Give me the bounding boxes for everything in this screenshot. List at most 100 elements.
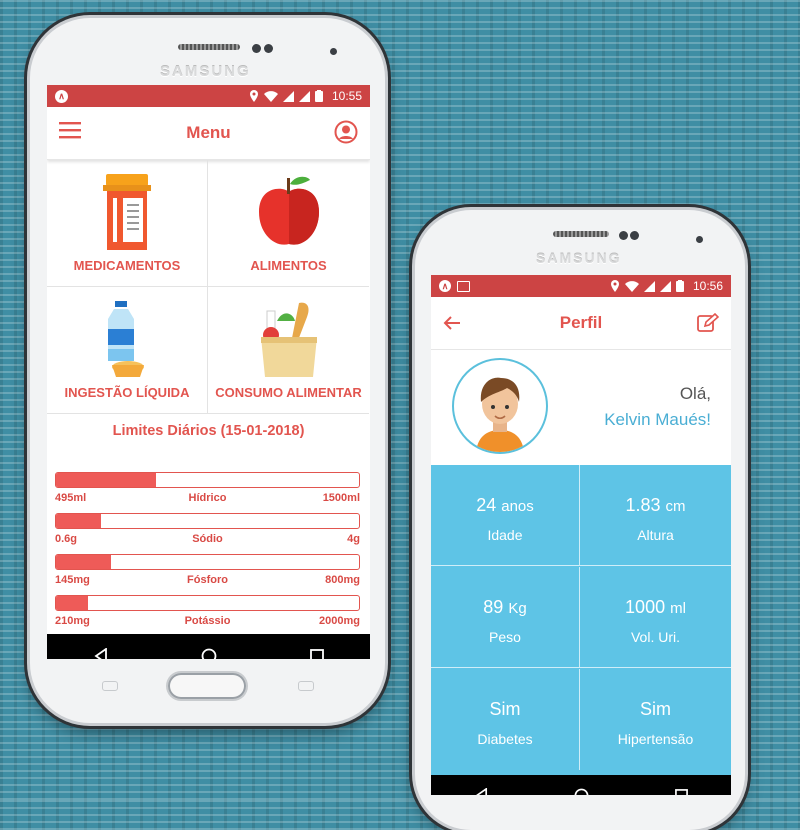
avatar-illustration bbox=[476, 377, 524, 452]
stat-peso[interactable]: 89 Kg Peso bbox=[431, 567, 580, 668]
stat-vol-uri[interactable]: 1000 ml Vol. Uri. bbox=[580, 567, 731, 668]
menu-item-label: INGESTÃO LÍQUIDA bbox=[64, 385, 190, 400]
stat-value: Sim bbox=[580, 699, 731, 720]
capacitive-recents-key[interactable] bbox=[102, 681, 118, 691]
apple-icon bbox=[258, 176, 319, 245]
stat-value: 1000 ml bbox=[580, 597, 731, 618]
limit-name: Fósforo bbox=[187, 574, 228, 586]
limit-name: Sódio bbox=[192, 533, 223, 545]
avatar[interactable] bbox=[452, 358, 548, 454]
menu-item-alimentos[interactable]: ALIMENTOS bbox=[208, 160, 369, 287]
back-nav-icon[interactable] bbox=[93, 648, 109, 659]
signal-icon-2 bbox=[659, 280, 671, 292]
status-time: 10:55 bbox=[331, 89, 362, 103]
earpiece-speaker bbox=[178, 44, 240, 50]
home-nav-icon[interactable] bbox=[574, 788, 589, 796]
profile-screen: ∧ 10:56 Perfil Olá, Kelvin Maués! 24 ano… bbox=[431, 275, 731, 795]
limit-name: Hídrico bbox=[188, 492, 227, 504]
menu-item-label: CONSUMO ALIMENTAR bbox=[215, 385, 362, 400]
stat-value: 1.83 cm bbox=[580, 495, 731, 516]
limit-name: Potássio bbox=[184, 615, 231, 627]
back-nav-icon[interactable] bbox=[474, 787, 489, 796]
proximity-sensor bbox=[330, 48, 337, 55]
limit-progress-fill bbox=[56, 596, 88, 610]
grocery-bag-icon bbox=[260, 302, 317, 377]
menu-item-label: MEDICAMENTOS bbox=[73, 258, 181, 273]
limit-progress-bar bbox=[55, 554, 360, 570]
app-bar: Perfil bbox=[431, 297, 731, 350]
app-notification-icon: ∧ bbox=[439, 280, 451, 292]
battery-icon bbox=[314, 90, 323, 102]
stat-idade[interactable]: 24 anos Idade bbox=[431, 465, 580, 566]
home-nav-icon[interactable] bbox=[201, 648, 217, 659]
stat-value: Sim bbox=[431, 699, 579, 720]
limit-max: 1500ml bbox=[322, 492, 360, 504]
menu-grid: MEDICAMENTOS ALIMENTOS INGESTÃO LÍQUIDA … bbox=[47, 160, 370, 416]
stat-label: Hipertensão bbox=[617, 731, 694, 747]
battery-icon bbox=[675, 280, 684, 292]
edit-icon[interactable] bbox=[697, 313, 719, 333]
status-time: 10:56 bbox=[692, 279, 723, 293]
status-bar: ∧ 10:56 bbox=[431, 275, 731, 297]
limit-progress-fill bbox=[56, 514, 102, 528]
hamburger-icon[interactable] bbox=[59, 121, 81, 139]
front-sensor bbox=[264, 44, 273, 53]
phone-profile-device: SAMSUNG ∧ 10:56 Perfil Olá, Kelvin Maués… bbox=[415, 210, 745, 830]
location-icon bbox=[610, 280, 619, 292]
stat-diabetes[interactable]: Sim Diabetes bbox=[431, 669, 580, 770]
limit-max: 2000mg bbox=[319, 615, 360, 627]
stat-altura[interactable]: 1.83 cm Altura bbox=[580, 465, 731, 566]
android-nav-bar bbox=[431, 775, 731, 795]
menu-item-consumo-alimentar[interactable]: CONSUMO ALIMENTAR bbox=[208, 287, 369, 414]
user-name: Kelvin Maués! bbox=[604, 410, 711, 429]
stat-unit: ml bbox=[670, 600, 686, 617]
limit-progress-fill bbox=[56, 473, 156, 487]
phone-menu-device: SAMSUNG ∧ 10:55 Menu MEDICAMENTOS ALIMEN… bbox=[30, 18, 385, 723]
profile-header: Olá, Kelvin Maués! bbox=[431, 350, 731, 465]
stat-number: Sim bbox=[640, 699, 671, 719]
medicine-bottle-icon bbox=[103, 174, 151, 250]
stat-label: Vol. Uri. bbox=[630, 629, 680, 645]
recents-nav-icon[interactable] bbox=[675, 788, 689, 796]
wifi-icon bbox=[263, 90, 278, 102]
limit-progress-bar bbox=[55, 595, 360, 611]
stat-number: 1000 bbox=[625, 597, 666, 617]
menu-item-ingestao-liquida[interactable]: INGESTÃO LÍQUIDA bbox=[47, 287, 208, 414]
front-camera bbox=[619, 231, 628, 240]
profile-icon[interactable] bbox=[334, 120, 358, 144]
app-notification-icon: ∧ bbox=[55, 89, 68, 103]
limit-max: 4g bbox=[347, 533, 360, 545]
water-bottle-icon bbox=[108, 301, 144, 377]
greeting-text: Olá, bbox=[679, 384, 711, 403]
stat-unit: cm bbox=[665, 498, 686, 515]
stat-hipertensao[interactable]: Sim Hipertensão bbox=[580, 669, 731, 770]
capacitive-back-key[interactable] bbox=[298, 681, 314, 691]
menu-item-medicamentos[interactable]: MEDICAMENTOS bbox=[47, 160, 208, 287]
android-nav-bar bbox=[47, 634, 370, 659]
limit-progress-bar bbox=[55, 513, 360, 529]
stat-number: Sim bbox=[489, 699, 521, 719]
limit-progress-bar bbox=[55, 472, 360, 488]
stat-value: 89 Kg bbox=[431, 597, 579, 618]
physical-home-button[interactable] bbox=[168, 673, 246, 699]
daily-limits-title: Limites Diários (15-01-2018) bbox=[112, 423, 305, 439]
menu-screen: ∧ 10:55 Menu MEDICAMENTOS ALIMENTOS INGE… bbox=[47, 85, 370, 659]
front-sensor bbox=[630, 231, 639, 240]
wifi-icon bbox=[624, 280, 639, 292]
menu-item-label: ALIMENTOS bbox=[250, 258, 327, 273]
stat-label: Peso bbox=[489, 629, 521, 645]
recents-nav-icon[interactable] bbox=[309, 649, 324, 659]
stat-number: 1.83 bbox=[625, 495, 661, 515]
stat-label: Idade bbox=[487, 527, 523, 543]
signal-icon bbox=[282, 90, 294, 102]
stat-label: Diabetes bbox=[477, 731, 533, 747]
page-title: Perfil bbox=[559, 313, 603, 332]
greeting-block: Olá, Kelvin Maués! bbox=[604, 384, 711, 430]
stat-value: 24 anos bbox=[431, 495, 579, 516]
front-camera bbox=[252, 44, 261, 53]
samsung-logo: SAMSUNG bbox=[160, 63, 251, 80]
back-arrow-icon[interactable] bbox=[443, 315, 461, 331]
app-bar: Menu bbox=[47, 107, 370, 160]
stat-number: 89 bbox=[483, 597, 504, 617]
signal-icon-2 bbox=[298, 90, 310, 102]
